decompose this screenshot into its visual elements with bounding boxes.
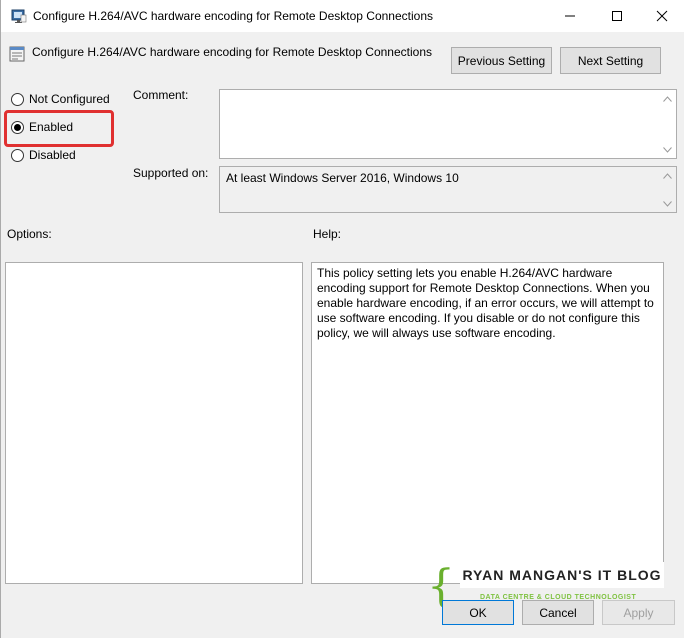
next-setting-button[interactable]: Next Setting bbox=[560, 47, 661, 74]
supported-scrollbar[interactable] bbox=[659, 167, 676, 212]
radio-circle[interactable] bbox=[11, 148, 24, 162]
options-panel bbox=[5, 262, 303, 584]
radio-label: Not Configured bbox=[29, 92, 110, 106]
supported-on-value: At least Windows Server 2016, Windows 10 bbox=[226, 171, 459, 185]
maximize-icon bbox=[612, 11, 622, 21]
maximize-button[interactable] bbox=[594, 0, 640, 32]
chevron-down-icon bbox=[663, 200, 672, 207]
setting-icon bbox=[9, 46, 25, 62]
radio-circle-checked[interactable] bbox=[11, 120, 24, 134]
radio-label: Disabled bbox=[29, 148, 76, 162]
minimize-button[interactable] bbox=[547, 0, 593, 32]
scroll-up-arrow[interactable] bbox=[659, 90, 676, 107]
help-panel: This policy setting lets you enable H.26… bbox=[311, 262, 664, 584]
close-button[interactable] bbox=[639, 0, 684, 32]
options-label: Options: bbox=[7, 227, 52, 241]
radio-disabled[interactable]: Disabled bbox=[11, 148, 76, 162]
radio-label: Enabled bbox=[29, 120, 74, 134]
apply-button[interactable]: Apply bbox=[602, 600, 675, 625]
scroll-down-arrow[interactable] bbox=[659, 141, 676, 158]
window-title: Configure H.264/AVC hardware encoding fo… bbox=[33, 9, 433, 23]
chevron-up-icon bbox=[663, 95, 672, 102]
radio-circle[interactable] bbox=[11, 92, 24, 106]
previous-setting-button[interactable]: Previous Setting bbox=[451, 47, 552, 74]
cancel-button[interactable]: Cancel bbox=[522, 600, 594, 625]
supported-on-field: At least Windows Server 2016, Windows 10 bbox=[219, 166, 677, 213]
chevron-up-icon bbox=[663, 172, 672, 179]
watermark-title: RYAN MANGAN'S IT BLOG bbox=[460, 562, 664, 588]
scroll-down-arrow[interactable] bbox=[659, 195, 676, 212]
supported-on-label: Supported on: bbox=[133, 166, 209, 180]
help-text: This policy setting lets you enable H.26… bbox=[317, 266, 654, 340]
comment-input[interactable] bbox=[219, 89, 677, 159]
radio-not-configured[interactable]: Not Configured bbox=[11, 92, 110, 106]
comment-scrollbar[interactable] bbox=[659, 90, 676, 158]
chevron-down-icon bbox=[663, 146, 672, 153]
ok-button[interactable]: OK bbox=[442, 600, 514, 625]
help-label: Help: bbox=[313, 227, 342, 241]
title-bar[interactable]: Configure H.264/AVC hardware encoding fo… bbox=[1, 0, 684, 32]
comment-label: Comment: bbox=[133, 88, 189, 102]
scroll-up-arrow[interactable] bbox=[659, 167, 676, 184]
radio-enabled[interactable]: Enabled bbox=[11, 120, 73, 134]
policy-dialog: Im Configure H.264/AVC hardware encoding… bbox=[0, 0, 684, 638]
setting-title: Configure H.264/AVC hardware encoding fo… bbox=[32, 45, 432, 59]
minimize-icon bbox=[565, 15, 575, 17]
close-icon bbox=[656, 10, 668, 22]
policy-icon bbox=[11, 9, 27, 23]
